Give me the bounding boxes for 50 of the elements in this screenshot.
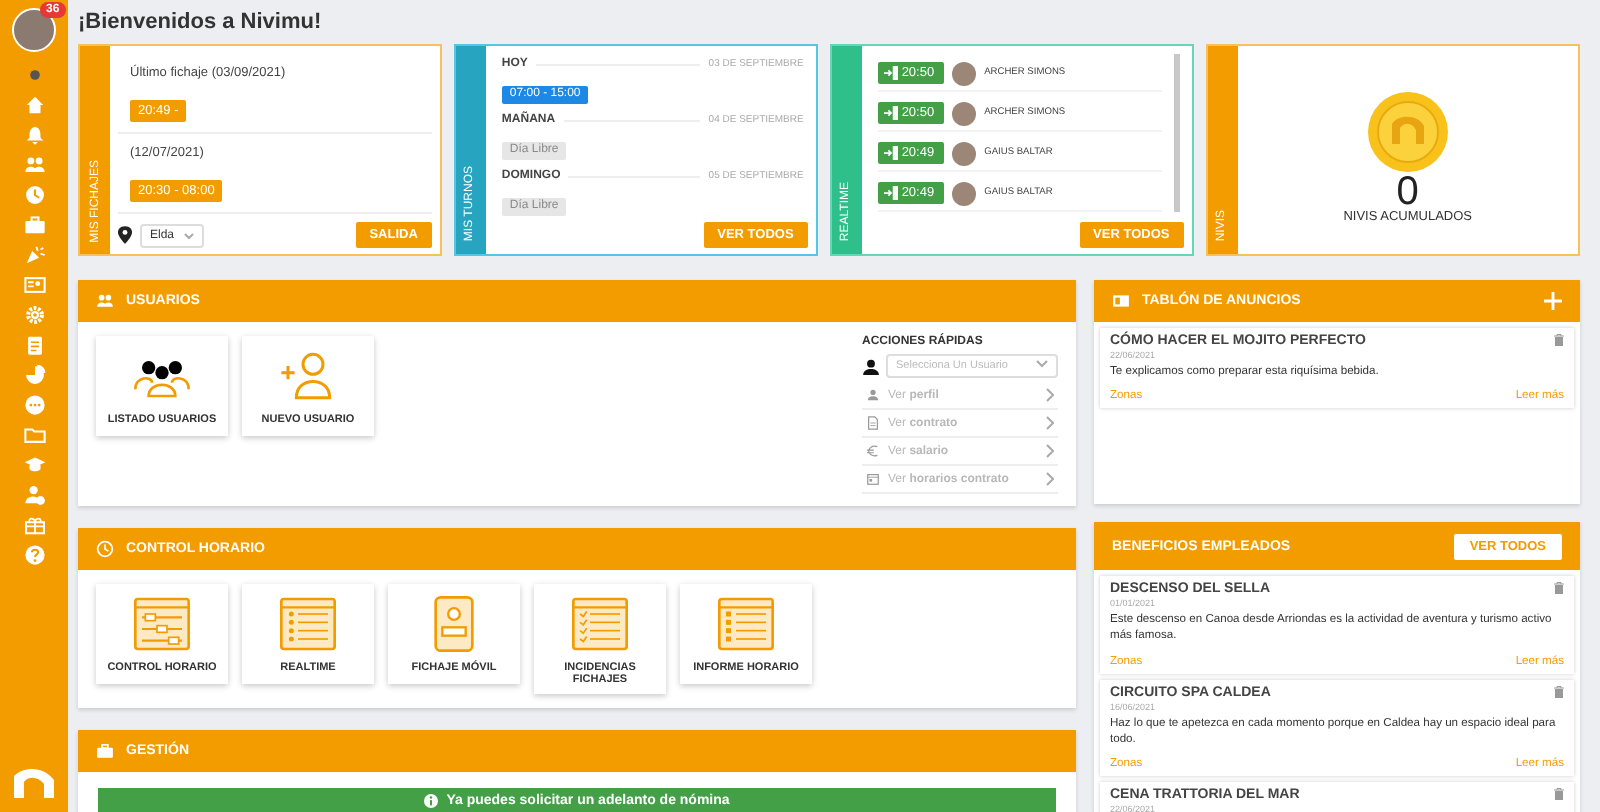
help-icon[interactable] [23,544,45,566]
exit-door-icon [883,186,898,200]
calendar-icon [866,472,880,486]
folder-icon[interactable] [23,424,45,446]
delete-icon[interactable] [1554,685,1564,698]
home-icon[interactable] [23,94,45,116]
avatar [952,61,977,85]
avatar [952,141,977,165]
newspaper-icon [1112,292,1130,310]
avatar [952,101,977,125]
graduation-cap-icon[interactable] [23,454,45,476]
coin-icon [1365,89,1450,173]
add-icon[interactable] [1544,292,1562,310]
list-window-icon [274,594,342,654]
euro-icon [866,444,880,458]
clock-icon [96,540,114,558]
points-count: 0 [1396,173,1419,209]
briefcase-icon [96,742,114,760]
gift-icon[interactable] [23,514,45,536]
exit-door-icon [883,106,898,120]
delete-icon[interactable] [1554,334,1564,346]
page-title: ¡Bienvenidos a Nivimu! [78,12,324,34]
person-icon [862,357,880,375]
person-icon [866,388,880,402]
pie-chart-icon[interactable] [23,364,45,386]
exit-door-icon [883,146,898,160]
location-pin-icon [118,226,132,244]
party-icon[interactable] [23,244,45,266]
user-info-icon[interactable] [23,484,45,506]
exit-door-icon [883,66,898,80]
document-icon [866,416,880,430]
avatar [952,181,977,205]
report-window-icon [712,594,780,654]
delete-icon[interactable] [1554,582,1564,594]
sliders-icon [128,594,196,654]
settings-icon[interactable] [23,304,45,326]
clock-icon[interactable] [23,184,45,206]
briefcase-icon[interactable] [23,214,45,236]
info-icon [424,793,439,807]
clipboard-icon[interactable] [23,334,45,356]
checklist-window-icon [566,594,634,654]
chevron-down-icon [1036,360,1048,368]
id-card-icon[interactable] [23,274,45,296]
notifications-icon[interactable] [23,124,45,146]
chevron-down-icon [184,231,195,239]
chat-icon[interactable] [23,394,45,416]
delete-icon[interactable] [1554,788,1564,801]
logo-icon [12,768,56,800]
users-icon [96,292,114,310]
users-icon[interactable] [23,154,45,176]
